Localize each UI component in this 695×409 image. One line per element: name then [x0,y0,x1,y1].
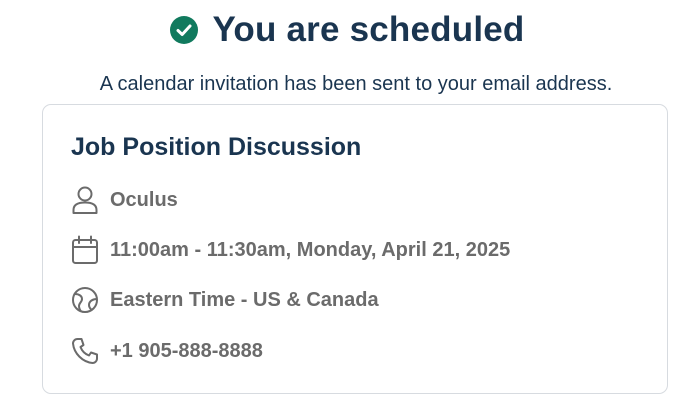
phone-icon [70,336,100,366]
page-title: You are scheduled [212,10,525,49]
event-name: Job Position Discussion [71,133,362,161]
host-name: Oculus [110,188,178,211]
time-row: 11:00am - 11:30am, Monday, April 21, 202… [70,235,510,265]
check-circle-icon [170,16,199,44]
timezone-row: Eastern Time - US & Canada [70,285,379,315]
person-icon [70,185,100,215]
phone-number[interactable]: +1 905-888-8888 [110,340,263,363]
event-time: 11:00am - 11:30am, Monday, April 21, 202… [110,238,511,261]
phone-row: +1 905-888-8888 [70,336,263,366]
timezone-label: Eastern Time - US & Canada [110,288,379,311]
event-details-card: Job Position Discussion Oculus 11:00am -… [42,104,668,394]
confirmation-subtitle: A calendar invitation has been sent to y… [99,73,613,95]
host-row: Oculus [70,185,178,215]
calendar-icon [70,235,100,265]
confirmation-header: You are scheduled [0,8,695,52]
globe-icon [70,285,100,315]
